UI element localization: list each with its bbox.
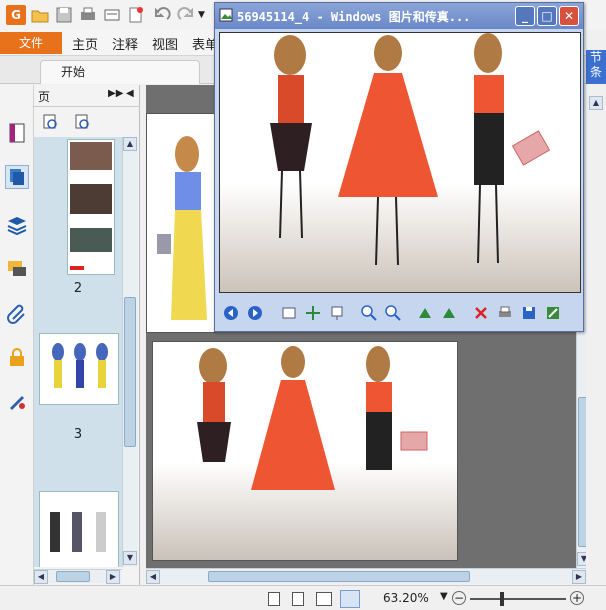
actual-size-icon[interactable]	[305, 305, 321, 321]
file-menu-button[interactable]: 文件	[0, 32, 62, 54]
document-h-scrollbar[interactable]: ◀ ▶	[146, 568, 586, 584]
scroll-left-icon[interactable]: ◀	[146, 570, 160, 584]
slideshow-icon[interactable]	[329, 305, 345, 321]
zoom-out-icon[interactable]	[385, 305, 401, 321]
right-side-promo[interactable]: 节 条	[586, 50, 606, 84]
collapse-panel-icon[interactable]: ◀	[126, 88, 134, 99]
status-bar: 63.20% ▼ − +	[0, 585, 606, 610]
delete-icon[interactable]	[473, 305, 489, 321]
zoom-dropdown-icon[interactable]: ▼	[440, 591, 448, 602]
print-icon[interactable]	[497, 305, 513, 321]
viewer-app-icon	[219, 8, 233, 22]
zoom-slider-track[interactable]	[470, 598, 566, 600]
maximize-button[interactable]: □	[537, 6, 557, 26]
thumbnail-panel-title: 页	[38, 90, 51, 104]
scroll-right-icon[interactable]: ▶	[572, 570, 586, 584]
scroll-down-icon[interactable]: ▼	[123, 551, 137, 565]
thumbnail-panel: 页 ▶▶ ◀ 2 3 ▲ ▼ ◀ ▶	[34, 85, 140, 585]
thumbnail-scrollbar[interactable]: ▲ ▼	[122, 137, 138, 567]
thumbnail-page-2[interactable]	[67, 139, 115, 275]
save-icon[interactable]	[54, 5, 74, 25]
security-lock-icon[interactable]	[5, 345, 29, 369]
scan-icon[interactable]	[102, 5, 122, 25]
viewer-image	[219, 32, 581, 293]
comments-icon[interactable]	[5, 257, 29, 281]
menu-view[interactable]: 视图	[152, 34, 178, 53]
zoom-in-button[interactable]: +	[570, 591, 584, 605]
thumbnail-page-4[interactable]	[39, 491, 119, 567]
scroll-left-icon[interactable]: ◀	[34, 570, 48, 584]
layers-icon[interactable]	[5, 213, 29, 237]
left-tool-column	[0, 85, 34, 585]
next-image-icon[interactable]	[247, 305, 263, 321]
document-h-scroll-thumb[interactable]	[208, 571, 470, 582]
menu-home[interactable]: 主页	[72, 34, 98, 53]
zoom-out-thumbnail-icon[interactable]	[74, 113, 92, 131]
h-scroll-thumb[interactable]	[56, 571, 90, 582]
thumbnail-page-number: 3	[73, 427, 83, 442]
new-document-icon[interactable]	[126, 5, 146, 25]
customize-dropdown-icon[interactable]: ▼	[198, 5, 208, 25]
continuous-view-icon[interactable]	[292, 592, 304, 606]
open-folder-icon[interactable]	[30, 5, 50, 25]
redo-icon[interactable]	[176, 5, 196, 25]
thumbnail-list: 2 3	[34, 137, 122, 567]
app-logo-icon[interactable]: G	[6, 5, 26, 25]
zoom-slider-handle[interactable]	[500, 592, 504, 606]
scroll-thumb[interactable]	[124, 297, 136, 447]
promo-label-2: 条	[589, 65, 602, 79]
close-button[interactable]: ✕	[559, 6, 579, 26]
image-viewer-window[interactable]: 56945114_4 - Windows 图片和传真... _ □ ✕	[214, 2, 584, 332]
tab-start[interactable]: 开始	[40, 60, 200, 84]
previous-image-icon[interactable]	[223, 305, 239, 321]
document-page-previous	[146, 113, 216, 333]
thumbnail-toolbar	[34, 107, 140, 137]
document-page-current	[152, 341, 458, 561]
continuous-facing-view-icon[interactable]	[340, 590, 360, 608]
viewer-toolbar	[219, 297, 581, 329]
attachment-icon[interactable]	[5, 301, 29, 325]
zoom-level[interactable]: 63.20%	[383, 591, 429, 605]
thumbnail-panel-header: 页 ▶▶ ◀	[34, 85, 140, 107]
scroll-right-icon[interactable]: ▶	[106, 570, 120, 584]
facing-view-icon[interactable]	[316, 592, 332, 606]
viewer-title-text: 56945114_4 - Windows 图片和传真...	[237, 10, 471, 24]
bookmark-icon[interactable]	[5, 121, 29, 145]
zoom-out-button[interactable]: −	[452, 591, 466, 605]
minimize-button[interactable]: _	[515, 6, 535, 26]
print-icon[interactable]	[78, 5, 98, 25]
save-icon[interactable]	[521, 305, 537, 321]
undo-icon[interactable]	[152, 5, 172, 25]
signature-icon[interactable]	[5, 389, 29, 413]
expand-panel-icon[interactable]: ▶▶	[108, 88, 123, 99]
rotate-counterclockwise-icon[interactable]	[441, 305, 457, 321]
single-page-view-icon[interactable]	[268, 592, 280, 606]
promo-label-1: 节	[589, 50, 602, 64]
thumbnail-page-3[interactable]	[39, 333, 119, 405]
zoom-in-thumbnail-icon[interactable]	[42, 113, 60, 131]
edit-image-icon[interactable]	[545, 305, 561, 321]
page-thumbnails-icon[interactable]	[5, 165, 29, 189]
viewer-title-bar[interactable]: 56945114_4 - Windows 图片和传真... _ □ ✕	[215, 3, 583, 29]
thumbnail-page-number: 2	[73, 281, 83, 296]
rotate-clockwise-icon[interactable]	[417, 305, 433, 321]
menu-annotate[interactable]: 注释	[112, 34, 138, 53]
right-edge-strip: 节 条 ▲	[586, 30, 606, 585]
scroll-up-icon[interactable]: ▲	[123, 137, 137, 151]
thumbnail-h-scrollbar[interactable]: ◀ ▶	[34, 569, 122, 584]
best-fit-icon[interactable]	[281, 305, 297, 321]
zoom-in-icon[interactable]	[361, 305, 377, 321]
scroll-up-icon[interactable]: ▲	[589, 96, 603, 110]
